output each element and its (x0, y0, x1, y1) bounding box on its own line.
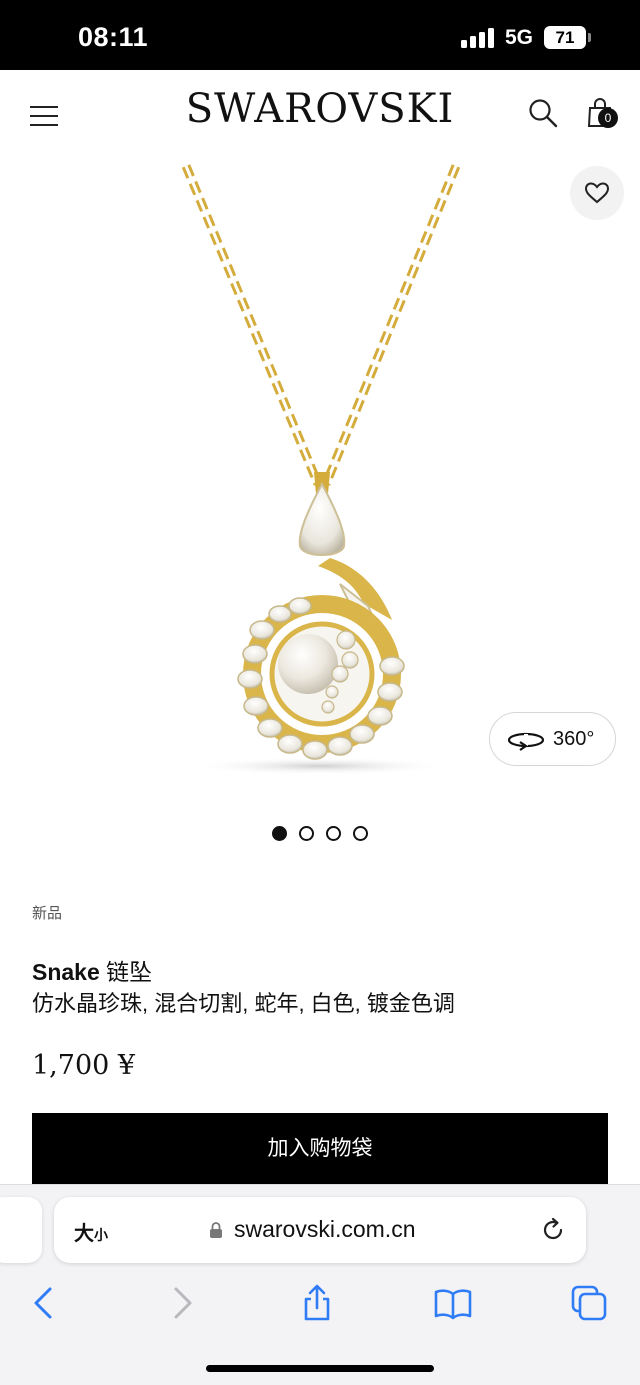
battery-tip (588, 33, 591, 42)
status-bar: 08:11 5G 71 (0, 0, 640, 70)
text-size-small: 小 (94, 1227, 108, 1243)
bookmarks-icon[interactable] (433, 1283, 473, 1323)
image-pagination (272, 826, 372, 842)
product-price: 1,700 ¥ (32, 1050, 136, 1081)
heart-icon (584, 182, 610, 204)
text-size-button[interactable]: 大小 (74, 1217, 108, 1246)
view-360-label: 360° (553, 728, 595, 750)
pagination-dot-3[interactable] (326, 826, 341, 841)
pagination-dot-1[interactable] (272, 826, 287, 841)
tabs-icon[interactable] (569, 1283, 609, 1323)
wishlist-button[interactable] (570, 166, 624, 220)
product-image[interactable] (0, 154, 640, 794)
pagination-dot-2[interactable] (299, 826, 314, 841)
url-text: swarovski.com.cn (234, 1216, 416, 1242)
product-description: 仿水晶珍珠, 混合切割, 蛇年, 白色, 镀金色调 (32, 991, 455, 1016)
new-badge: 新品 (32, 905, 63, 922)
pagination-dot-4[interactable] (353, 826, 368, 841)
rotate-360-icon (507, 732, 545, 751)
share-icon[interactable] (297, 1283, 337, 1323)
product-name: Snake (32, 959, 100, 985)
page: 08:11 5G 71 SWAROVSKI 0 360° 新品 Snake 链坠… (0, 0, 640, 1385)
site-header: SWAROVSKI 0 (0, 70, 640, 154)
add-to-bag-button[interactable]: 加入购物袋 (32, 1113, 608, 1185)
signal-icon (461, 28, 495, 48)
status-time: 08:11 (78, 22, 149, 52)
url-bar[interactable]: 大小 swarovski.com.cn (54, 1197, 586, 1263)
bag-count-badge: 0 (598, 108, 618, 128)
lock-icon (210, 1222, 222, 1238)
reload-icon[interactable] (540, 1217, 566, 1243)
view-360-button[interactable]: 360° (489, 712, 616, 766)
back-icon[interactable] (24, 1283, 64, 1323)
product-type: 链坠 (106, 959, 153, 985)
search-icon[interactable] (528, 98, 558, 128)
network-label: 5G (505, 26, 534, 49)
text-size-large: 大 (74, 1223, 94, 1245)
product-title: Snake 链坠 (32, 953, 152, 987)
browser-bar: 大小 swarovski.com.cn (0, 1184, 640, 1385)
forward-icon[interactable] (162, 1283, 202, 1323)
home-indicator (206, 1365, 434, 1372)
battery-icon: 71 (544, 26, 586, 49)
previous-tab-peek[interactable] (0, 1197, 42, 1263)
